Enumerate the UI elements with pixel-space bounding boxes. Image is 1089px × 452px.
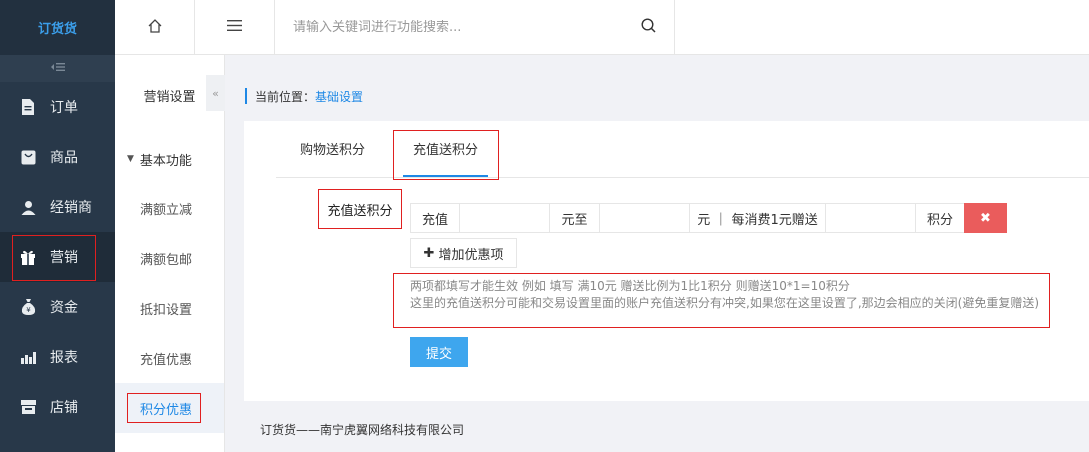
subnav-item-recharge-discount[interactable]: 充值优惠 — [115, 333, 224, 383]
sidebar-item-orders[interactable]: 订单 — [0, 82, 115, 132]
subnav-item-full-reduction[interactable]: 满额立减 — [115, 183, 224, 233]
collapse-left-icon — [50, 62, 65, 75]
per-yuan-label: 元 ｜ 每消费1元赠送 — [689, 203, 826, 233]
sidebar-item-marketing[interactable]: 营销 — [0, 232, 115, 282]
help-note: 两项都填写才能生效 例如 填写 满10元 赠送比例为1比1积分 则赠送10*1=… — [393, 273, 1050, 328]
min-amount-input[interactable] — [459, 203, 550, 233]
sidebar-item-products[interactable]: 商品 — [0, 132, 115, 182]
money-bag-icon: ¥ — [20, 299, 36, 315]
subnav-item-points-discount[interactable]: 积分优惠 — [115, 383, 224, 433]
points-ratio-input[interactable] — [825, 203, 916, 233]
sidebar-item-label: 资金 — [50, 300, 78, 316]
subnav-item-deduction[interactable]: 抵扣设置 — [115, 283, 224, 333]
add-button-label: 增加优惠项 — [438, 247, 504, 263]
plus-icon: ✚ — [423, 245, 435, 261]
sidebar-item-label: 报表 — [50, 350, 78, 366]
breadcrumb-prefix: 当前位置： — [255, 89, 316, 104]
search-bar — [275, 0, 675, 55]
highlight-box — [127, 393, 201, 423]
rule-row: 充值 元至 元 ｜ 每消费1元赠送 积分 ✖ — [410, 203, 1007, 233]
sidebar-item-label: 商品 — [50, 150, 78, 166]
home-button[interactable] — [115, 0, 195, 55]
logo[interactable]: 订货货 — [0, 0, 115, 55]
recharge-label: 充值 — [410, 203, 460, 233]
main-panel: 购物送积分 充值送积分 充值送积分 充值 元至 元 ｜ 每消费1元赠送 积分 ✖… — [244, 121, 1089, 401]
hamburger-icon — [227, 20, 242, 35]
add-discount-button[interactable]: ✚ 增加优惠项 — [410, 238, 517, 268]
sidebar-item-store[interactable]: 店铺 — [0, 382, 115, 432]
highlight-box — [12, 235, 96, 281]
note-line: 这里的充值送积分可能和交易设置里面的账户充值送积分有冲突,如果您在这里设置了,那… — [410, 296, 1039, 310]
svg-text:¥: ¥ — [26, 306, 31, 314]
home-icon — [148, 18, 162, 37]
delete-button[interactable]: ✖ — [964, 203, 1007, 233]
search-input[interactable] — [293, 20, 623, 35]
sub-navigation: 营销设置 ▼ 基本功能 满额立减 满额包邮 抵扣设置 充值优惠 积分优惠 — [115, 55, 225, 452]
topbar — [115, 0, 1089, 55]
subnav-group-label: 基本功能 — [139, 153, 192, 169]
bar-chart-icon — [20, 349, 36, 365]
logo-text: 订货货 — [37, 22, 77, 37]
tab-bar: 购物送积分 充值送积分 — [276, 120, 1089, 180]
points-label: 积分 — [915, 203, 965, 233]
footer-text: 订货货——南宁虎翼网络科技有限公司 — [260, 423, 465, 437]
sidebar-item-label: 经销商 — [50, 200, 92, 216]
search-icon[interactable] — [641, 18, 656, 37]
tab-label: 购物送积分 — [300, 143, 366, 158]
submit-button[interactable]: 提交 — [410, 337, 468, 367]
subnav-item-label: 充值优惠 — [140, 352, 193, 368]
sidebar-item-reports[interactable]: 报表 — [0, 332, 115, 382]
note-line: 两项都填写才能生效 例如 填写 满10元 赠送比例为1比1积分 则赠送10*1=… — [410, 279, 850, 293]
subnav-collapse-button[interactable]: « — [206, 75, 225, 111]
sidebar: 订货货 订单 商品 经销商 营销 ¥ 资金 报表 店铺 — [0, 0, 115, 452]
sidebar-item-label: 订单 — [50, 100, 78, 116]
store-icon — [20, 399, 36, 415]
file-icon — [20, 99, 36, 115]
yuan-to-label: 元至 — [549, 203, 600, 233]
menu-button[interactable] — [195, 0, 275, 55]
caret-down-icon: ▼ — [127, 154, 134, 164]
subnav-item-label: 满额立减 — [140, 202, 193, 218]
breadcrumb-current[interactable]: 基础设置 — [315, 88, 363, 105]
subnav-item-free-shipping[interactable]: 满额包邮 — [115, 233, 224, 283]
sidebar-item-label: 店铺 — [50, 400, 78, 416]
subnav-group-basic[interactable]: ▼ 基本功能 — [115, 135, 224, 183]
sidebar-item-funds[interactable]: ¥ 资金 — [0, 282, 115, 332]
subnav-item-label: 满额包邮 — [140, 252, 193, 268]
bag-icon — [20, 149, 36, 165]
close-icon: ✖ — [980, 210, 991, 226]
field-label: 充值送积分 — [318, 189, 402, 229]
max-amount-input[interactable] — [599, 203, 690, 233]
tab-shopping-points[interactable]: 购物送积分 — [276, 120, 389, 177]
highlight-box — [393, 130, 500, 180]
subnav-item-label: 抵扣设置 — [140, 302, 193, 318]
sidebar-item-dealers[interactable]: 经销商 — [0, 182, 115, 232]
tab-recharge-points[interactable]: 充值送积分 — [389, 120, 502, 180]
user-icon — [20, 199, 36, 215]
breadcrumb: 当前位置： 基础设置 — [245, 88, 363, 104]
sidebar-collapse-button[interactable] — [0, 55, 115, 82]
double-chevron-left-icon: « — [212, 86, 219, 100]
